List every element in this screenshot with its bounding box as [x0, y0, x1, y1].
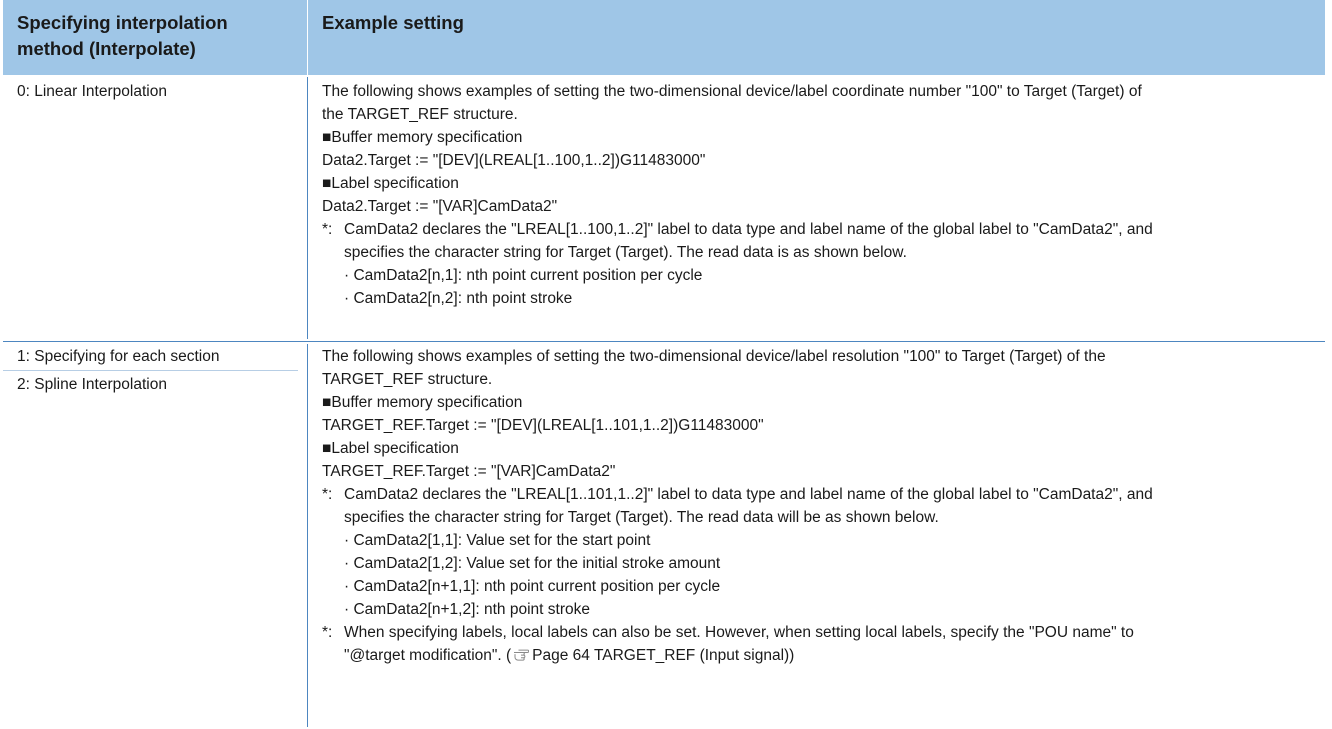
note-line: specifies the character string for Targe… [344, 509, 939, 526]
label-heading: ■Label specification [322, 440, 459, 457]
label-code: Data2.Target := "[VAR]CamData2" [322, 198, 558, 215]
intro-line: The following shows examples of setting … [322, 348, 1106, 365]
method-cell: 0: Linear Interpolation [3, 75, 308, 341]
example-cell: The following shows examples of setting … [308, 342, 1325, 729]
list-item: · CamData2[n,1]: nth point current posit… [344, 267, 703, 284]
list-item: · CamData2[n,2]: nth point stroke [344, 290, 573, 307]
method-label: 1: Specifying for each section [3, 342, 298, 371]
intro-line: The following shows examples of setting … [322, 83, 1142, 100]
note-mark: *: [322, 624, 333, 641]
page-reference-link[interactable]: Page 64 TARGET_REF (Input signal)) [532, 647, 794, 664]
note-text-pre: "@target modification". ( [344, 647, 512, 664]
buffer-code: TARGET_REF.Target := "[DEV](LREAL[1..101… [322, 417, 764, 434]
note: *: CamData2 declares the "LREAL[1..101,1… [322, 483, 1325, 621]
intro-line: TARGET_REF structure. [322, 371, 493, 388]
table-header: Specifying interpolation method (Interpo… [3, 0, 1325, 75]
note-line: When specifying labels, local labels can… [344, 624, 1134, 641]
buffer-heading: ■Buffer memory specification [322, 394, 523, 411]
note-text: CamData2 declares the "LREAL[1..101,1..2… [344, 483, 1325, 621]
note-mark: *: [322, 221, 333, 238]
method-cell: 1: Specifying for each section 2: Spline… [3, 342, 308, 729]
settings-table: Specifying interpolation method (Interpo… [3, 0, 1325, 729]
note-line: CamData2 declares the "LREAL[1..100,1..2… [344, 221, 1153, 238]
note-mark: *: [322, 486, 333, 503]
note: *: CamData2 declares the "LREAL[1..100,1… [322, 218, 1325, 310]
header-interpolation-method: Specifying interpolation method (Interpo… [3, 0, 308, 75]
label-heading: ■Label specification [322, 175, 459, 192]
buffer-heading: ■Buffer memory specification [322, 129, 523, 146]
list-item: · CamData2[1,2]: Value set for the initi… [344, 555, 721, 572]
table-row-section-spline: 1: Specifying for each section 2: Spline… [3, 342, 1325, 729]
label-code: TARGET_REF.Target := "[VAR]CamData2" [322, 463, 616, 480]
list-item: · CamData2[1,1]: Value set for the start… [344, 532, 651, 549]
header-col1-line1: Specifying interpolation [17, 12, 228, 33]
intro-line: the TARGET_REF structure. [322, 106, 518, 123]
table-row-linear: 0: Linear Interpolation The following sh… [3, 75, 1325, 342]
example-cell: The following shows examples of setting … [308, 75, 1325, 341]
note-line: specifies the character string for Targe… [344, 244, 907, 261]
buffer-code: Data2.Target := "[DEV](LREAL[1..100,1..2… [322, 152, 706, 169]
note-text: When specifying labels, local labels can… [344, 621, 1325, 667]
list-item: · CamData2[n+1,1]: nth point current pos… [344, 578, 721, 595]
note-line: "@target modification". ( Page 64 TARGET_… [344, 644, 1325, 667]
header-col1-line2: method (Interpolate) [17, 38, 196, 59]
note: *: When specifying labels, local labels … [322, 621, 1325, 667]
method-label: 2: Spline Interpolation [17, 376, 167, 393]
method-label: 0: Linear Interpolation [17, 83, 167, 100]
note-line: CamData2 declares the "LREAL[1..101,1..2… [344, 486, 1153, 503]
list-item: · CamData2[n+1,2]: nth point stroke [344, 601, 590, 618]
pointing-hand-icon [514, 649, 530, 661]
note-text: CamData2 declares the "LREAL[1..100,1..2… [344, 218, 1325, 310]
header-example-setting: Example setting [322, 12, 464, 33]
